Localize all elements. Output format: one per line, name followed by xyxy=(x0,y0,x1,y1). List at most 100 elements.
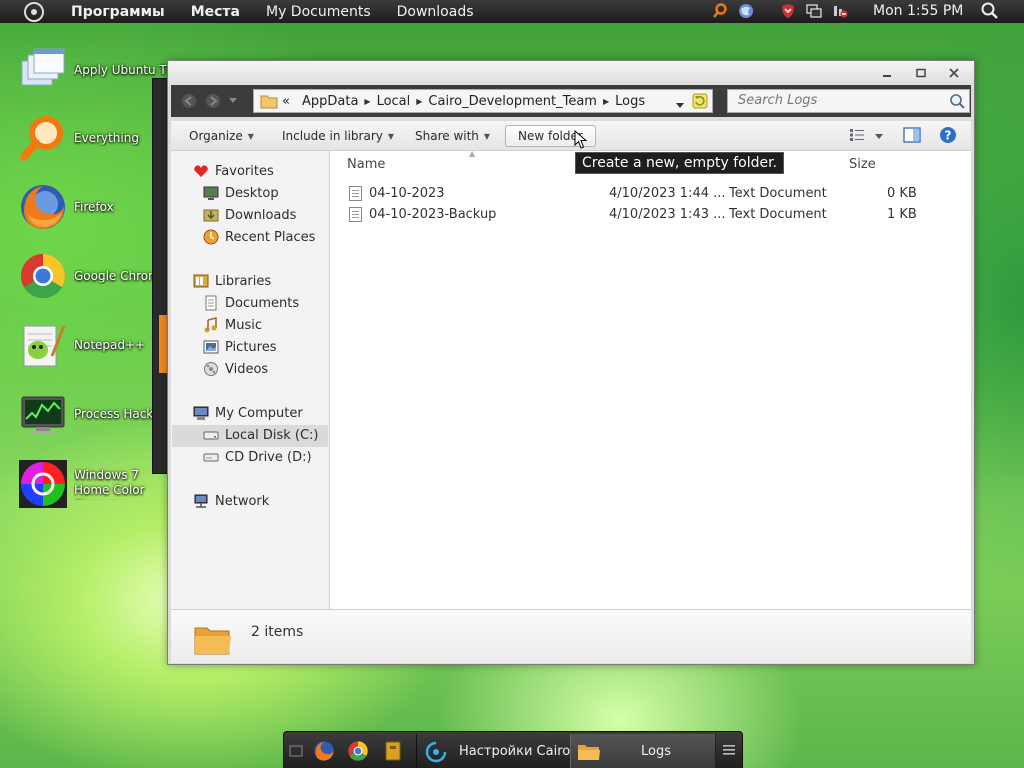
menu-downloads[interactable]: Downloads xyxy=(384,4,487,20)
nav-documents[interactable]: Documents xyxy=(203,293,299,313)
folder-icon xyxy=(260,94,278,109)
file-date: 4/10/2023 1:43 ... xyxy=(609,207,726,222)
menu-icon[interactable] xyxy=(721,742,737,758)
globe-tray-icon[interactable] xyxy=(737,2,755,20)
nav-videos[interactable]: Videos xyxy=(203,359,268,379)
maximize-button[interactable] xyxy=(910,66,932,80)
navigation-pane: Favorites Desktop Downloads Recent Place… xyxy=(171,151,330,609)
hard-drive-icon xyxy=(203,427,219,443)
include-in-library-button[interactable]: Include in library ▼ xyxy=(282,127,394,145)
include-in-library-label: Include in library xyxy=(282,129,383,143)
taskbar-item-cairo-settings[interactable]: Настройки Cairo xyxy=(416,734,571,768)
nav-cd-drive-d-label: CD Drive (D:) xyxy=(225,449,312,465)
file-row[interactable]: 04-10-2023-Backup 4/10/2023 1:43 ... Tex… xyxy=(331,205,971,225)
clock[interactable]: Mon 1:55 PM xyxy=(873,3,963,19)
downloads-icon xyxy=(203,207,219,223)
svg-text:?: ? xyxy=(945,129,952,143)
chrome-icon xyxy=(18,251,68,301)
address-bar[interactable]: « AppData ▶ Local ▶ Cairo_Development_Te… xyxy=(253,89,713,113)
dock: Настройки Cairo Logs xyxy=(283,731,743,768)
nav-favorites[interactable]: Favorites xyxy=(193,161,274,181)
breadcrumb-logs[interactable]: Logs xyxy=(615,94,645,109)
nav-documents-label: Documents xyxy=(225,295,300,311)
nav-network-label: Network xyxy=(215,493,270,509)
desktop-icon xyxy=(203,185,219,201)
search-icon[interactable] xyxy=(949,93,965,109)
mouse-cursor-icon xyxy=(574,129,588,150)
notepad-icon xyxy=(18,320,68,370)
menu-programs[interactable]: Программы xyxy=(58,4,178,20)
sort-arrow-icon: ▲ xyxy=(469,149,476,158)
file-date: 4/10/2023 1:44 ... xyxy=(609,186,726,201)
folder-icon xyxy=(577,742,601,762)
nav-downloads-label: Downloads xyxy=(225,207,297,223)
address-dropdown-icon[interactable] xyxy=(676,98,684,113)
archive-icon[interactable] xyxy=(382,740,404,762)
start-menu-icon[interactable] xyxy=(24,1,44,22)
taskbar-item-logs[interactable]: Logs xyxy=(570,734,716,768)
view-chevron-down-icon[interactable] xyxy=(875,129,883,143)
menu-my-documents[interactable]: My Documents xyxy=(253,4,384,20)
title-bar[interactable] xyxy=(168,61,974,85)
heart-icon xyxy=(193,163,209,179)
breadcrumb-cairo-development-team[interactable]: Cairo_Development_Team xyxy=(428,94,597,109)
breadcrumb-overflow[interactable]: « xyxy=(282,94,290,109)
nav-desktop[interactable]: Desktop xyxy=(203,183,279,203)
nav-local-disk-c[interactable]: Local Disk (C:) xyxy=(203,425,318,445)
column-header-size[interactable]: Size xyxy=(849,157,876,172)
view-options-icon[interactable] xyxy=(850,129,864,144)
volume-tray-icon[interactable] xyxy=(831,2,849,20)
nav-libraries[interactable]: Libraries xyxy=(193,271,271,291)
computer-icon xyxy=(193,405,209,421)
refresh-icon[interactable] xyxy=(692,93,708,113)
close-button[interactable] xyxy=(943,66,965,80)
nav-cd-drive-d[interactable]: CD Drive (D:) xyxy=(203,447,312,467)
file-size: 1 KB xyxy=(887,207,917,222)
windows-tray-icon[interactable] xyxy=(805,2,823,20)
breadcrumb-local[interactable]: Local xyxy=(377,94,411,109)
nav-pictures-label: Pictures xyxy=(225,339,277,355)
column-header-name[interactable]: Name xyxy=(347,157,385,172)
monitor-icon xyxy=(18,389,68,439)
nav-music[interactable]: Music xyxy=(203,315,262,335)
content-area: Favorites Desktop Downloads Recent Place… xyxy=(171,149,971,609)
help-icon[interactable]: ? xyxy=(939,126,957,147)
search-tray-icon[interactable] xyxy=(711,2,729,20)
share-with-button[interactable]: Share with ▼ xyxy=(415,127,490,145)
recent-pages-chevron-icon[interactable] xyxy=(227,91,239,111)
nav-pictures[interactable]: Pictures xyxy=(203,337,276,357)
search-icon[interactable] xyxy=(980,2,1000,20)
breadcrumb-appdata[interactable]: AppData xyxy=(302,94,358,109)
breadcrumb-separator-icon[interactable]: ▶ xyxy=(416,97,422,106)
preview-pane-icon[interactable] xyxy=(903,127,921,146)
search-input[interactable]: Search Logs xyxy=(727,89,970,113)
file-name: 04-10-2023 xyxy=(369,186,445,201)
nav-music-label: Music xyxy=(225,317,262,333)
recent-places-icon xyxy=(203,229,219,245)
file-row[interactable]: 04-10-2023 4/10/2023 1:44 ... Text Docum… xyxy=(331,184,971,204)
file-type: Text Document xyxy=(729,186,827,201)
file-size: 0 KB xyxy=(887,186,917,201)
new-folder-tooltip: Create a new, empty folder. xyxy=(575,152,785,174)
breadcrumb-separator-icon[interactable]: ▶ xyxy=(603,97,609,106)
pictures-icon xyxy=(203,339,219,355)
forward-arrow-icon[interactable] xyxy=(203,91,223,111)
minimize-button[interactable] xyxy=(876,66,898,80)
organize-button[interactable]: Organize ▼ xyxy=(189,127,254,145)
show-desktop-icon[interactable] xyxy=(288,742,304,760)
desktop-icon-label: Apply Ubuntu Theme xyxy=(74,62,170,77)
nav-recent-places[interactable]: Recent Places xyxy=(203,227,315,247)
taskbar-item-label: Настройки Cairo xyxy=(459,744,571,759)
breadcrumb-separator-icon[interactable]: ▶ xyxy=(364,97,370,106)
nav-network[interactable]: Network xyxy=(193,491,269,511)
back-arrow-icon[interactable] xyxy=(179,91,199,111)
status-bar: 2 items xyxy=(171,609,971,663)
menu-places[interactable]: Места xyxy=(178,4,253,20)
shield-tray-icon[interactable] xyxy=(779,2,797,20)
firefox-icon[interactable] xyxy=(313,740,335,762)
chrome-icon[interactable] xyxy=(347,740,369,762)
nav-libraries-label: Libraries xyxy=(215,273,272,289)
nav-my-computer[interactable]: My Computer xyxy=(193,403,303,423)
nav-downloads[interactable]: Downloads xyxy=(203,205,296,225)
navigation-bar: « AppData ▶ Local ▶ Cairo_Development_Te… xyxy=(171,85,971,117)
